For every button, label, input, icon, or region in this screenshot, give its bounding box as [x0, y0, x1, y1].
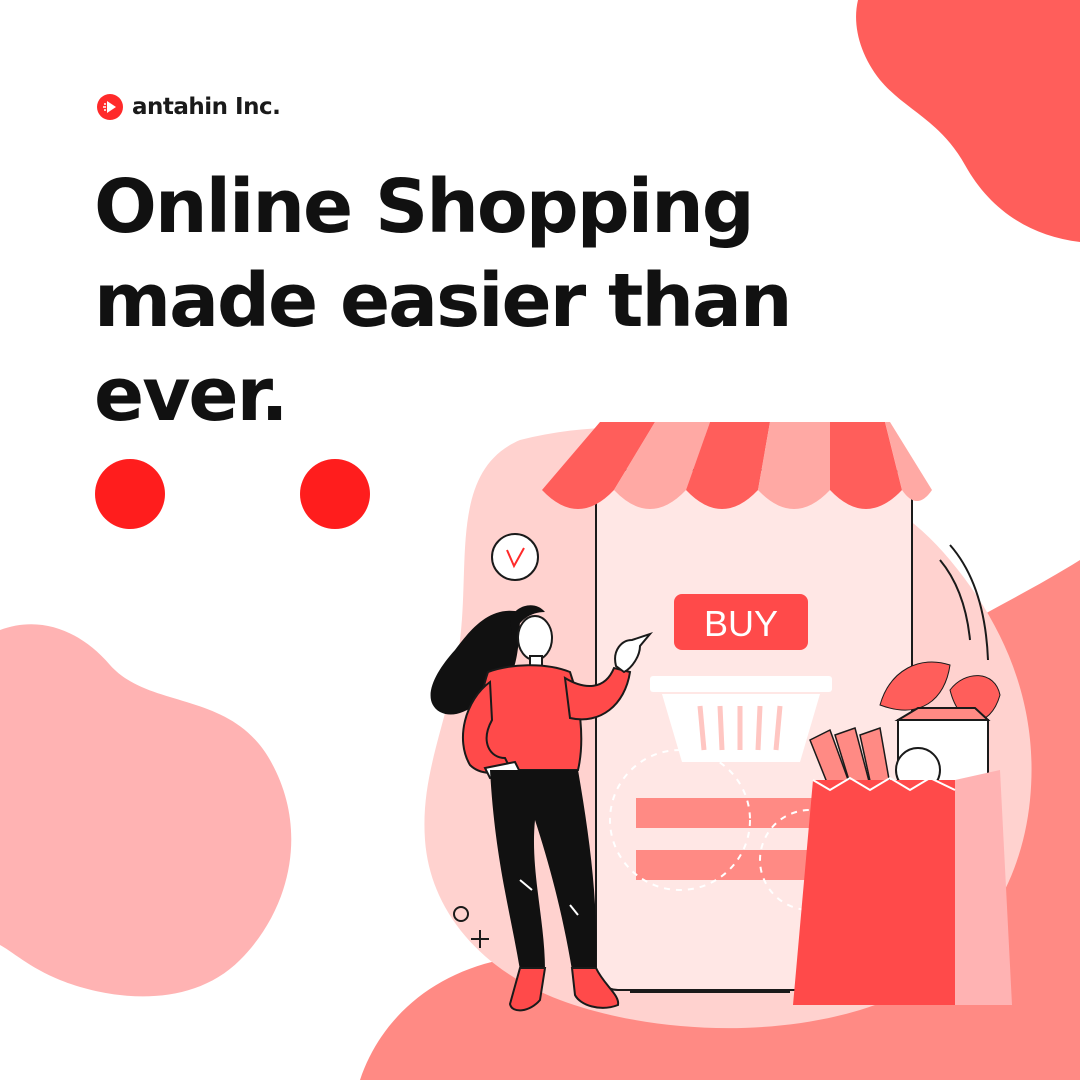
- shopping-illustration: BUY: [430, 422, 1012, 1012]
- buy-label: BUY: [704, 603, 778, 644]
- awning: [542, 422, 932, 509]
- motion-lines: [939, 544, 989, 661]
- sparkle-icon: [453, 906, 489, 948]
- buy-button[interactable]: BUY: [674, 594, 808, 650]
- form-bar-1: [636, 798, 832, 828]
- check-icon: [491, 533, 539, 581]
